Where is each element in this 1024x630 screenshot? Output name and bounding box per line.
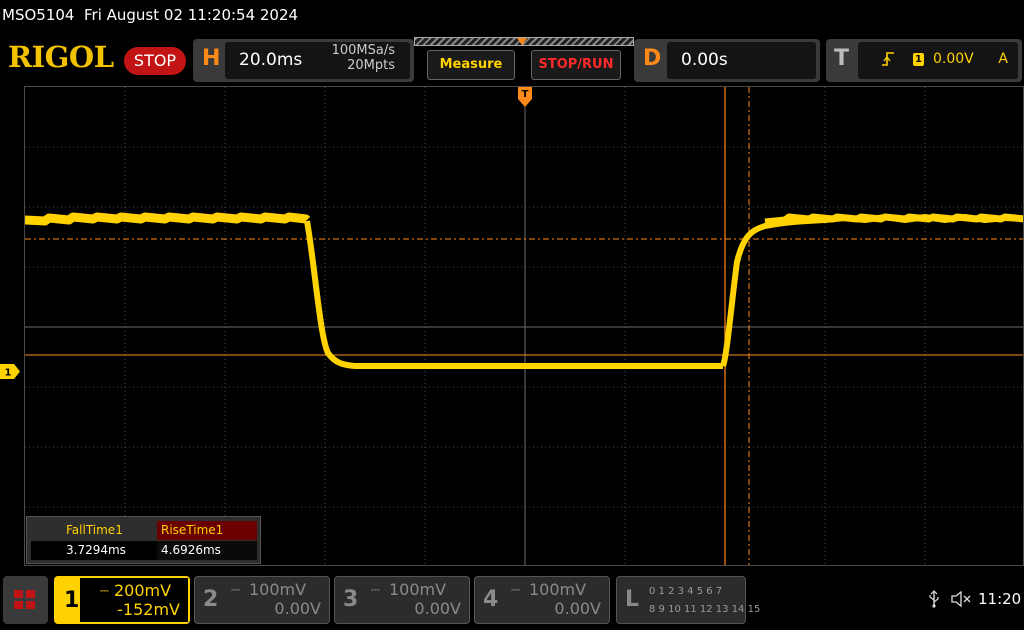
delay-value: 0.00s xyxy=(681,50,728,70)
dc-coupling-icon: ⎓ xyxy=(100,584,109,597)
ch1-offset-marker[interactable]: 1 xyxy=(0,364,20,379)
top-bar: RIGOL STOP H 20.0ms 100MSa/s 20Mpts Meas… xyxy=(0,34,1024,86)
trigger-source-badge: 1 xyxy=(913,53,924,66)
channel-3-offset: 0.00V xyxy=(414,599,461,618)
measure-button[interactable]: Measure xyxy=(427,50,515,80)
title-bar: MSO5104 Fri August 02 11:20:54 2024 xyxy=(0,0,1024,34)
acquisition-info: 100MSa/s 20Mpts xyxy=(332,43,395,73)
trigger-level: 0.00V xyxy=(933,51,974,67)
status-clock: 11:20 xyxy=(978,590,1022,608)
channel-1-number: 1 xyxy=(64,588,80,613)
speaker-muted-icon[interactable] xyxy=(950,590,972,608)
channel-3-number: 3 xyxy=(343,587,359,612)
horizontal-key: H xyxy=(202,46,221,71)
horizontal-panel[interactable]: H 20.0ms 100MSa/s 20Mpts xyxy=(193,39,414,82)
logic-bits-low: 0 1 2 3 4 5 6 7 xyxy=(649,586,723,597)
waveform-canvas: T xyxy=(25,87,1023,565)
dc-coupling-icon: ⎓ xyxy=(511,583,520,596)
main-menu-button[interactable] xyxy=(3,576,48,624)
svg-text:T: T xyxy=(522,89,529,100)
logic-key: L xyxy=(625,587,640,612)
graticule xyxy=(25,87,1023,565)
channel-3-panel[interactable]: 3 ⎓ 100mV 0.00V xyxy=(334,576,470,624)
channel-3-scale: 100mV xyxy=(389,580,447,599)
trigger-key: T xyxy=(834,46,850,71)
channel-2-panel[interactable]: 2 ⎓ 100mV 0.00V xyxy=(194,576,330,624)
channel-1-panel[interactable]: 1 ⎓ 200mV -152mV xyxy=(54,576,190,624)
channel-2-offset: 0.00V xyxy=(274,599,321,618)
menu-grid-icon xyxy=(14,590,36,610)
timebase-value: 20.0ms xyxy=(239,50,303,70)
dc-coupling-icon: ⎓ xyxy=(231,583,240,596)
channel-4-scale: 100mV xyxy=(529,580,587,599)
channel-2-number: 2 xyxy=(203,587,219,612)
trigger-panel[interactable]: T 1 0.00V A xyxy=(826,39,1022,82)
dc-coupling-icon: ⎓ xyxy=(371,583,380,596)
rise-time-label: RiseTime1 xyxy=(157,521,257,540)
memory-depth: 20Mpts xyxy=(347,58,395,73)
trigger-mode: A xyxy=(998,51,1008,67)
bottom-bar: 1 ⎓ 200mV -152mV 2 ⎓ 100mV 0.00V 3 ⎓ 100… xyxy=(0,570,1024,630)
channel-4-offset: 0.00V xyxy=(554,599,601,618)
window-title: MSO5104 Fri August 02 11:20:54 2024 xyxy=(2,6,299,24)
channel-1-offset: -152mV xyxy=(117,600,180,619)
run-state-badge[interactable]: STOP xyxy=(124,47,186,75)
svg-text:1: 1 xyxy=(5,368,12,379)
channel-1-scale: 200mV xyxy=(114,581,172,600)
channel-4-panel[interactable]: 4 ⎓ 100mV 0.00V xyxy=(474,576,610,624)
trigger-position-marker-icon xyxy=(517,38,527,45)
fall-time-value: 3.7294ms xyxy=(31,541,157,560)
sample-rate: 100MSa/s xyxy=(331,43,395,58)
fall-time-label: FallTime1 xyxy=(66,523,123,537)
usb-icon xyxy=(927,590,941,608)
logic-channels-panel[interactable]: L 0 1 2 3 4 5 6 7 8 9 10 11 12 13 14 15 xyxy=(616,576,760,624)
stop-run-button[interactable]: STOP/RUN xyxy=(531,50,621,80)
rigol-logo: RIGOL xyxy=(8,40,114,74)
trigger-marker-icon: T xyxy=(518,87,532,107)
delay-panel[interactable]: D 0.00s xyxy=(634,39,820,82)
rise-time-value: 4.6926ms xyxy=(157,541,257,560)
measurement-results[interactable]: FallTime1 RiseTime1 3.7294ms 4.6926ms xyxy=(26,516,261,564)
logic-bits-high: 8 9 10 11 12 13 14 15 xyxy=(649,604,761,615)
waveform-display[interactable]: T xyxy=(24,86,1024,566)
channel-2-scale: 100mV xyxy=(249,580,307,599)
channel-4-number: 4 xyxy=(483,587,499,612)
delay-key: D xyxy=(643,46,662,71)
rising-edge-icon xyxy=(881,50,895,72)
